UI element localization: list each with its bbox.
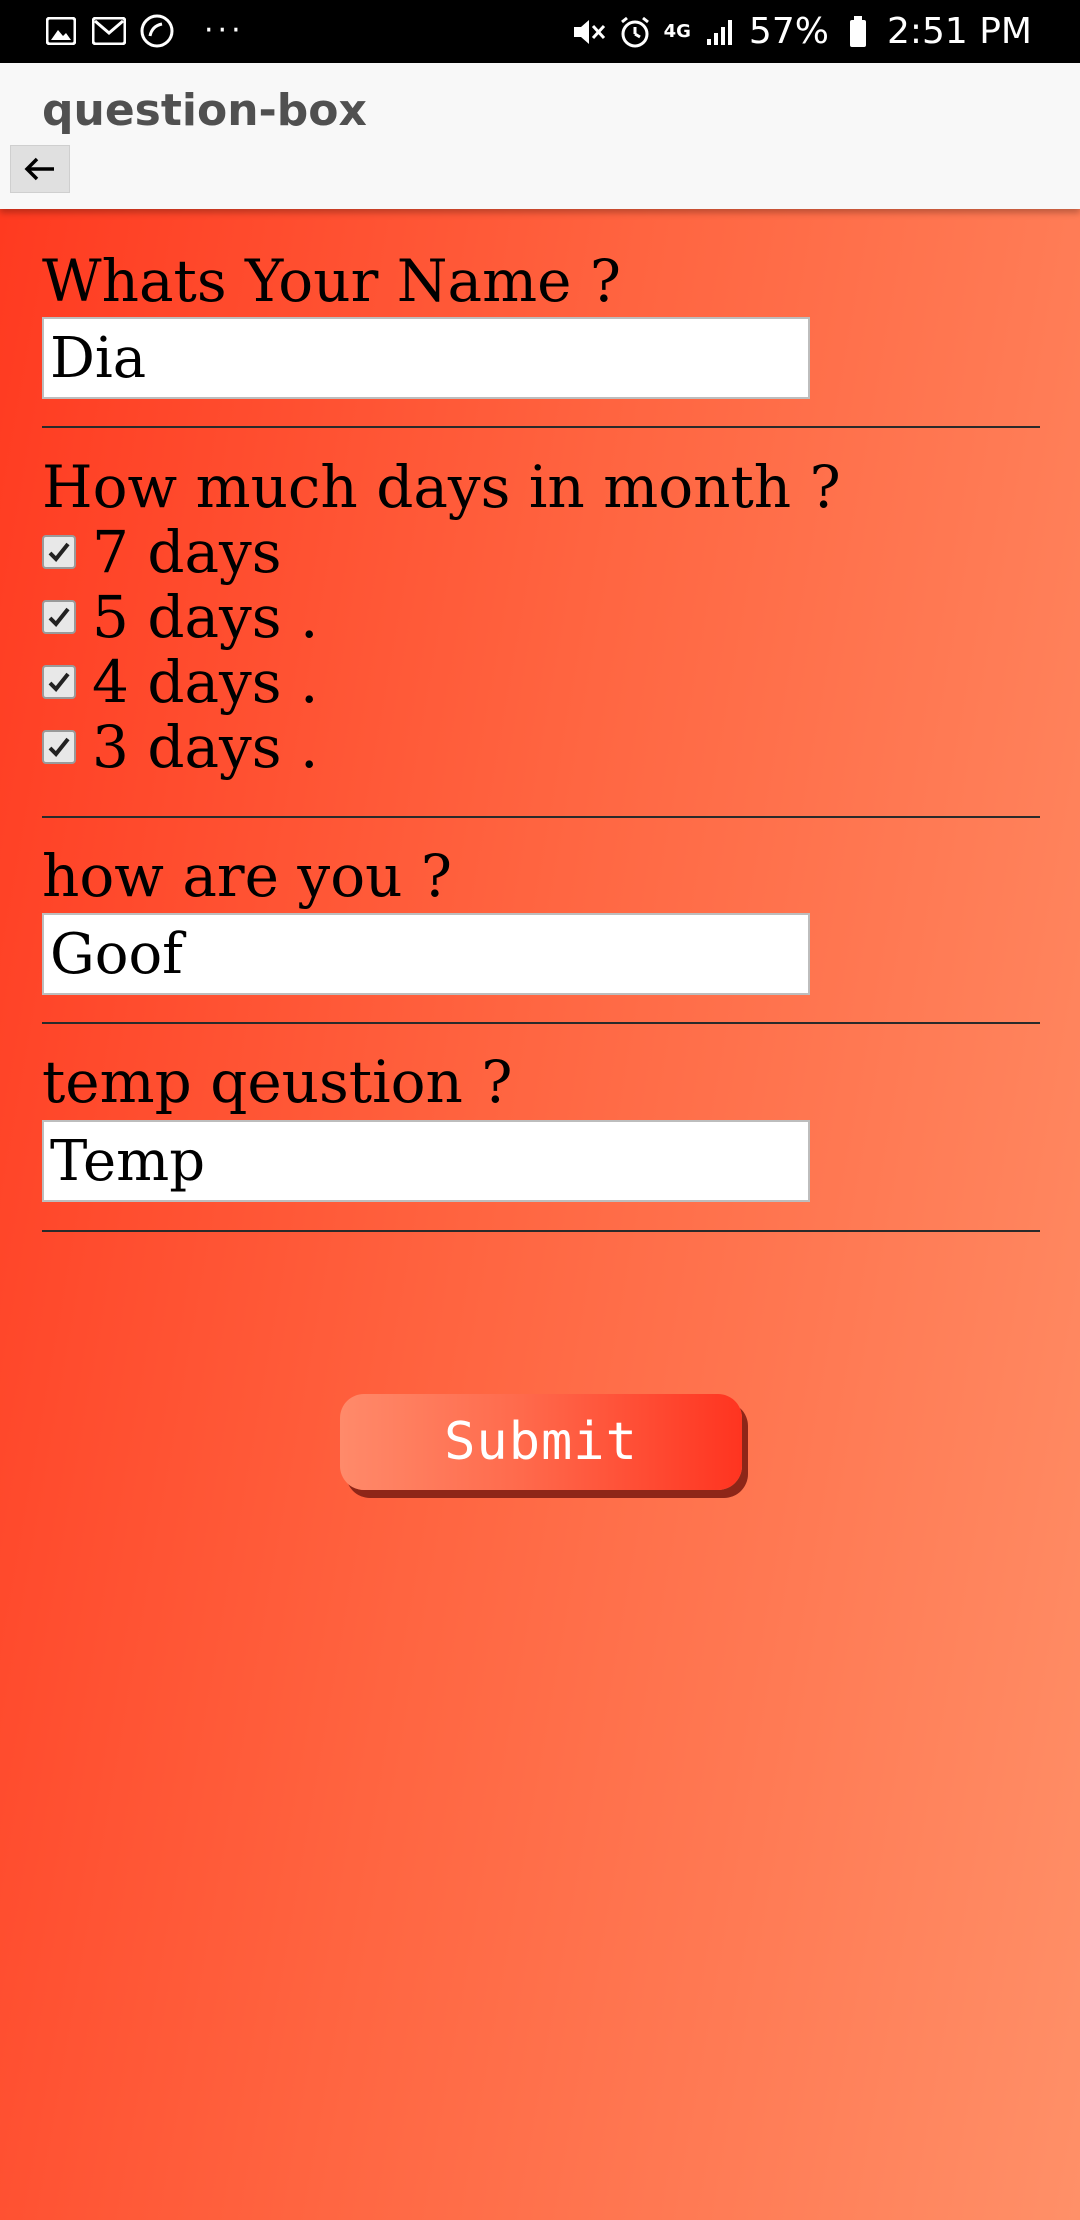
option-label: 4 days .	[92, 648, 319, 716]
checkbox-option[interactable]: 4 days .	[42, 652, 318, 712]
checkbox-option[interactable]: 7 days	[42, 522, 282, 582]
call-icon	[140, 14, 174, 48]
question-form: Whats Your Name ? How much days in month…	[0, 209, 1080, 2220]
back-button[interactable]	[10, 145, 70, 193]
divider	[42, 426, 1040, 428]
option-label: 5 days .	[92, 583, 319, 651]
question-label: temp qeustion ?	[42, 1048, 513, 1116]
arrow-left-icon	[24, 157, 54, 181]
checkbox[interactable]	[42, 535, 76, 569]
question-label: How much days in month ?	[42, 453, 841, 521]
checkbox[interactable]	[42, 730, 76, 764]
gmail-icon	[92, 14, 126, 48]
mute-icon	[572, 15, 606, 49]
how-are-you-input[interactable]	[42, 913, 810, 995]
status-bar: ··· 4G 57% 2:51 PM	[0, 0, 1080, 63]
checkbox-option[interactable]: 5 days .	[42, 587, 318, 647]
option-label: 3 days .	[92, 713, 319, 781]
checkbox[interactable]	[42, 600, 76, 634]
clock: 2:51 PM	[886, 11, 1032, 52]
divider	[42, 1230, 1040, 1232]
name-input[interactable]	[42, 317, 810, 399]
checkmark-icon	[48, 737, 70, 757]
temp-question-input[interactable]	[42, 1120, 810, 1202]
battery-icon	[841, 15, 875, 49]
checkmark-icon	[48, 542, 70, 562]
option-label: 7 days	[92, 518, 282, 586]
divider	[42, 1022, 1040, 1024]
app-title: question-box	[42, 85, 367, 136]
battery-percent: 57%	[748, 11, 829, 52]
network-type: 4G	[663, 21, 691, 42]
checkmark-icon	[48, 607, 70, 627]
status-bar-system: 4G 57% 2:51 PM	[572, 12, 1032, 52]
question-label: Whats Your Name ?	[42, 247, 621, 315]
checkbox[interactable]	[42, 665, 76, 699]
more-notifications-icon: ···	[204, 13, 245, 48]
alarm-icon	[618, 15, 652, 49]
status-bar-notifications: ···	[44, 14, 245, 48]
question-label: how are you ?	[42, 842, 452, 910]
app-bar: question-box	[0, 63, 1080, 209]
checkmark-icon	[48, 672, 70, 692]
submit-button[interactable]: Submit	[340, 1394, 742, 1490]
divider	[42, 816, 1040, 818]
checkbox-option[interactable]: 3 days .	[42, 717, 318, 777]
signal-icon	[703, 15, 737, 49]
image-icon	[44, 14, 78, 48]
